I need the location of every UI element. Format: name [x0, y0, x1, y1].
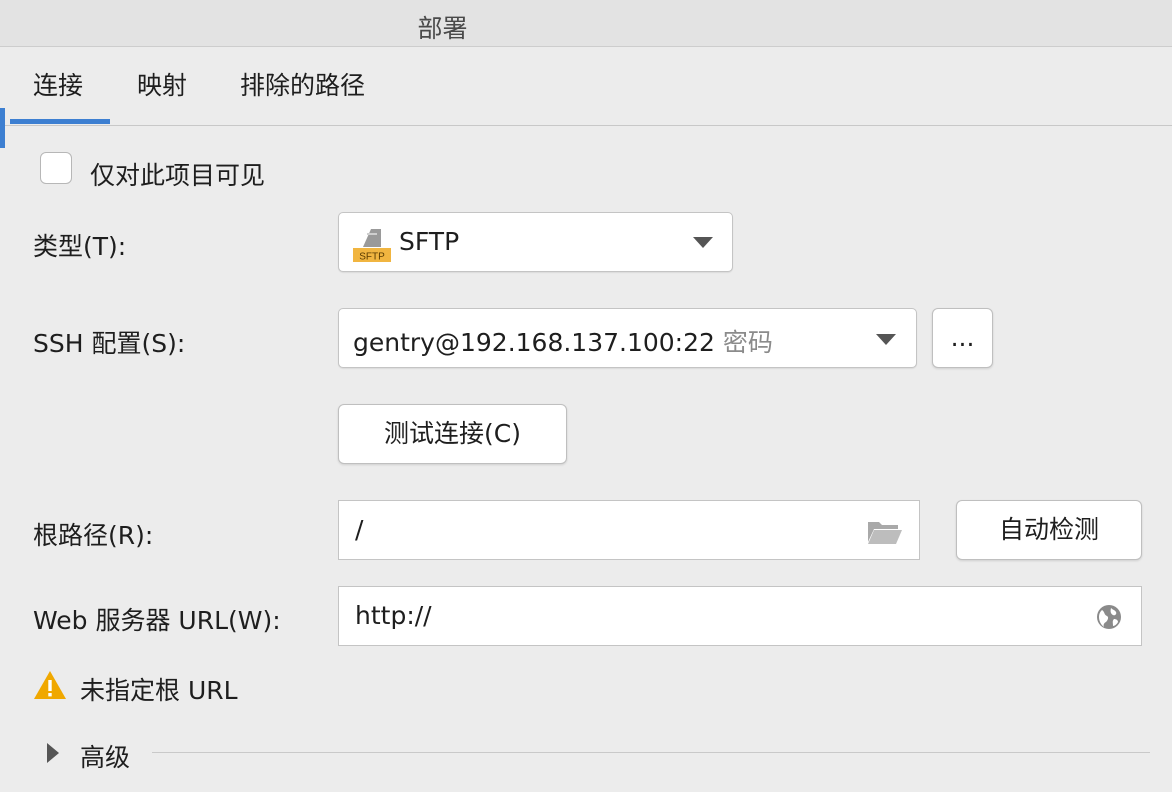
type-label: 类型(T):: [33, 232, 127, 261]
title-bar: 部署: [0, 0, 1172, 47]
ssh-config-more-button[interactable]: ...: [932, 308, 993, 368]
chevron-down-icon: [876, 334, 896, 345]
root-path-field[interactable]: /: [338, 500, 920, 560]
visible-only-project-label: 仅对此项目可见: [90, 161, 266, 190]
autodetect-button[interactable]: 自动检测: [956, 500, 1142, 560]
tab-mappings[interactable]: 映射: [137, 66, 187, 102]
web-url-field[interactable]: http://: [338, 586, 1142, 646]
visible-only-project-checkbox[interactable]: [40, 152, 72, 184]
warning-icon: [34, 671, 66, 699]
web-url-value: http://: [355, 601, 432, 630]
tab-excluded-paths[interactable]: 排除的路径: [240, 66, 365, 102]
chevron-down-icon: [693, 237, 713, 248]
root-path-value: /: [355, 515, 364, 544]
ssh-auth: 密码: [722, 328, 773, 357]
advanced-divider: [152, 752, 1150, 753]
ssh-config-label: SSH 配置(S):: [33, 329, 186, 358]
root-path-label: 根路径(R):: [33, 521, 154, 550]
test-connection-button[interactable]: 测试连接(C): [338, 404, 567, 464]
web-url-label: Web 服务器 URL(W):: [33, 606, 281, 635]
ssh-host: gentry@192.168.137.100:22: [353, 328, 715, 357]
window-title: 部署: [417, 14, 468, 43]
folder-icon[interactable]: [866, 518, 904, 546]
globe-icon[interactable]: [1096, 604, 1122, 630]
tab-connection[interactable]: 连接: [33, 66, 83, 102]
expand-arrow-icon[interactable]: [46, 742, 60, 764]
advanced-toggle[interactable]: 高级: [80, 738, 130, 774]
left-edge-marker: [0, 108, 5, 148]
warning-text: 未指定根 URL: [80, 676, 238, 705]
sftp-icon: SFTP: [353, 229, 391, 263]
type-select[interactable]: SFTP SFTP: [338, 212, 733, 272]
active-tab-indicator: [10, 119, 110, 124]
svg-text:SFTP: SFTP: [359, 252, 385, 263]
type-value: SFTP: [399, 227, 460, 256]
ssh-config-select[interactable]: gentry@192.168.137.100:22 密码: [338, 308, 917, 368]
tab-bar: 连接 映射 排除的路径: [0, 47, 1172, 126]
